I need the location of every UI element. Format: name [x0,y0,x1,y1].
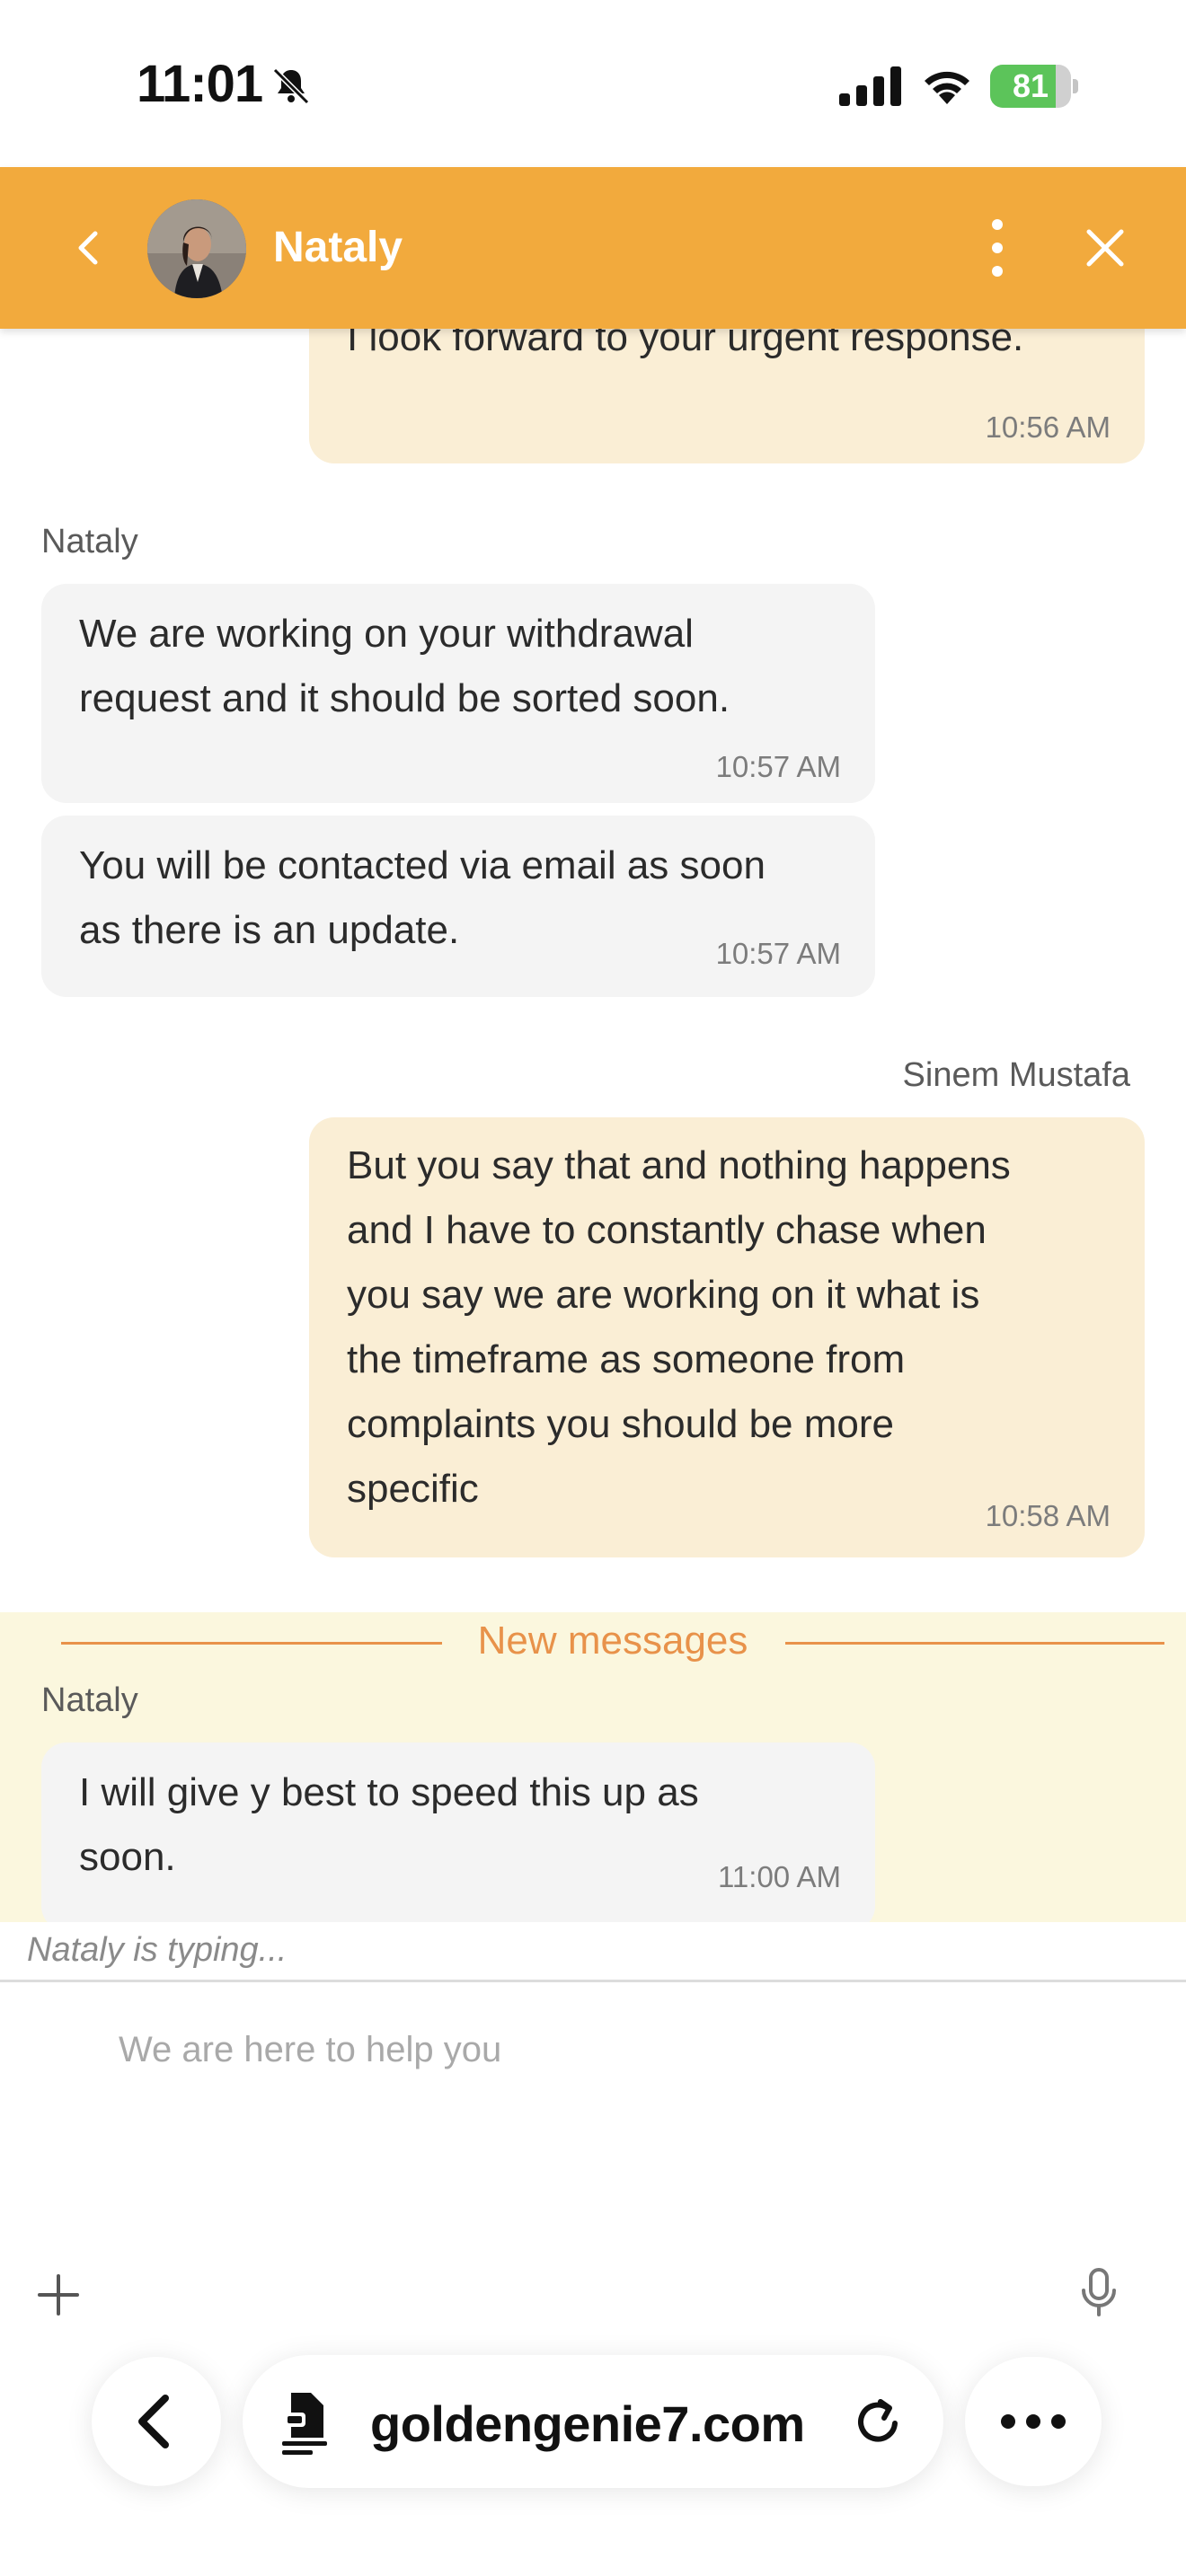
message-text-line: I will give y best to speed this up as [79,1770,699,1814]
message-text-line: But you say that and nothing happens [347,1143,1011,1187]
message-time: 10:57 AM [715,937,841,970]
wifi-icon [925,71,969,104]
status-bar: 11:01 81 [0,0,1186,167]
reload-icon[interactable] [850,2393,907,2450]
attach-plus-icon[interactable] [36,2272,81,2317]
close-icon[interactable] [1078,221,1132,275]
more-vertical-icon[interactable] [979,207,1015,289]
message-time: 10:56 AM [985,410,1111,444]
battery-level: 81 [1012,67,1049,104]
browser-back-button[interactable] [92,2357,221,2486]
battery-indicator: 81 [990,65,1078,108]
message-bubble-outgoing: But you say that and nothing happens and… [309,1117,1145,1557]
message-text-line: complaints you should be more [347,1402,894,1446]
browser-more-button[interactable] [965,2357,1102,2486]
message-text-line: request and it should be sorted soon. [79,676,730,720]
new-messages-label: New messages [477,1619,748,1663]
message-text-line: the timeframe as someone from [347,1337,906,1381]
message-bubble-outgoing: I look forward to your urgent response. … [309,329,1145,463]
message-list[interactable]: I look forward to your urgent response. … [0,329,1186,1922]
status-time: 11:01 [137,55,263,113]
typing-indicator: Nataly is typing... [27,1931,288,1969]
browser-toolbar: goldengenie7.com [0,2335,1186,2576]
message-time: 10:58 AM [985,1499,1111,1532]
bell-muted-icon [272,67,310,105]
message-bubble-incoming: You will be contacted via email as soon … [41,816,875,997]
message-text-line: you say we are working on it what is [347,1273,980,1317]
message-text-line: You will be contacted via email as soon [79,843,766,887]
message-input[interactable]: We are here to help you [119,2030,501,2070]
more-horizontal-icon [1001,2414,1066,2429]
message-time: 10:57 AM [715,750,841,783]
message-text-line: and I have to constantly chase when [347,1208,987,1252]
message-text-line: I look forward to your urgent response. [347,329,1024,359]
agent-avatar [147,199,246,298]
site-info-icon[interactable] [279,2389,336,2457]
message-bubble-incoming: I will give y best to speed this up as s… [41,1742,875,1922]
agent-name: Nataly [273,224,403,271]
composer-divider [0,1980,1186,1982]
back-arrow-icon [138,2395,169,2448]
back-chevron-icon[interactable] [63,221,117,275]
chat-header: Nataly [0,167,1186,329]
cellular-signal-icon [839,66,901,106]
message-time: 11:00 AM [718,1860,841,1893]
sender-name: Nataly [41,1681,138,1719]
url-text: goldengenie7.com [370,2395,805,2452]
sender-name: Nataly [41,523,138,560]
sender-name: Sinem Mustafa [902,1056,1130,1094]
message-bubble-incoming: We are working on your withdrawal reques… [41,584,875,803]
address-bar[interactable]: goldengenie7.com [243,2355,943,2488]
message-text-line: We are working on your withdrawal [79,612,694,656]
microphone-icon[interactable] [1076,2267,1121,2317]
